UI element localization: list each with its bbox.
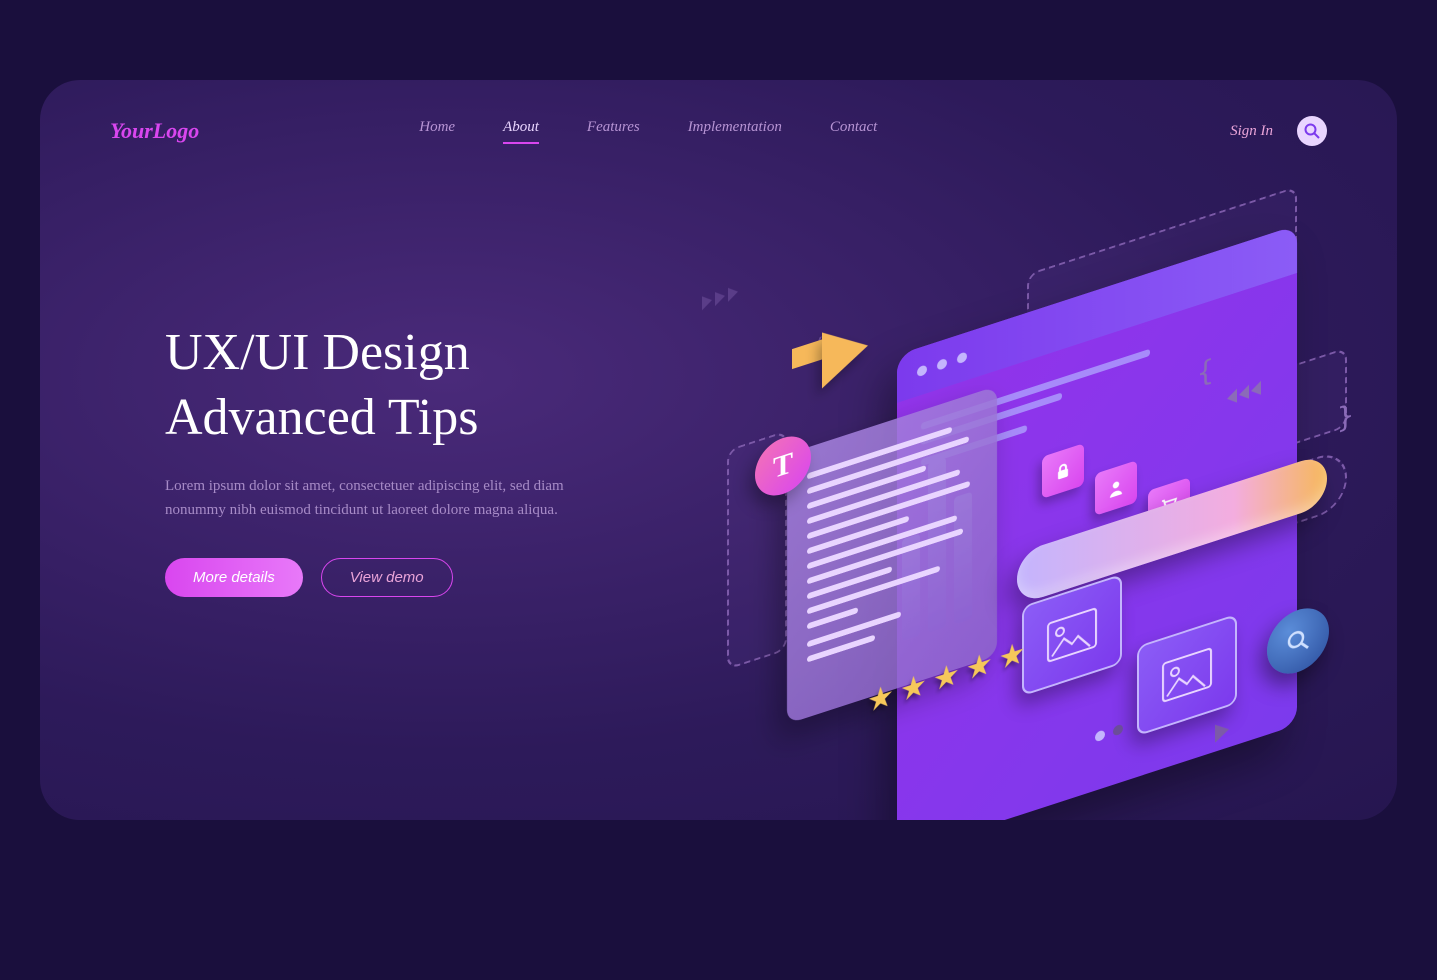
search-icon [1304, 123, 1320, 139]
nav-links: Home About Features Implementation Conta… [419, 119, 877, 144]
hero-section: UX/UI Design Advanced Tips Lorem ipsum d… [165, 320, 585, 597]
nav-right: Sign In [1230, 116, 1327, 146]
hero-illustration: { } </> [697, 170, 1357, 810]
view-demo-button[interactable]: View demo [321, 558, 453, 597]
signin-link[interactable]: Sign In [1230, 123, 1273, 140]
hero-buttons: More details View demo [165, 558, 585, 597]
hero-title-line1: UX/UI Design [165, 324, 470, 381]
nav-features[interactable]: Features [587, 119, 640, 144]
hero-description: Lorem ipsum dolor sit amet, consectetuer… [165, 474, 585, 522]
arrow-markers [702, 284, 741, 316]
nav-home[interactable]: Home [419, 119, 455, 144]
window-dot-icon [957, 351, 967, 364]
brace-open-icon: { [1197, 352, 1214, 390]
star-icon: ★ [867, 677, 894, 721]
hero-title-line2: Advanced Tips [165, 389, 478, 446]
hero-title: UX/UI Design Advanced Tips [165, 320, 585, 450]
brand-logo[interactable]: YourLogo [110, 118, 199, 144]
arrow-icon [822, 318, 868, 389]
landing-card: YourLogo Home About Features Implementat… [40, 80, 1397, 820]
nav-about[interactable]: About [503, 119, 539, 144]
top-nav: YourLogo Home About Features Implementat… [40, 80, 1397, 146]
window-dot-icon [937, 358, 947, 371]
search-button[interactable] [1297, 116, 1327, 146]
brace-close-icon: } [1337, 397, 1354, 435]
nav-implementation[interactable]: Implementation [688, 119, 782, 144]
window-dot-icon [917, 364, 927, 377]
more-details-button[interactable]: More details [165, 558, 303, 597]
nav-contact[interactable]: Contact [830, 119, 878, 144]
